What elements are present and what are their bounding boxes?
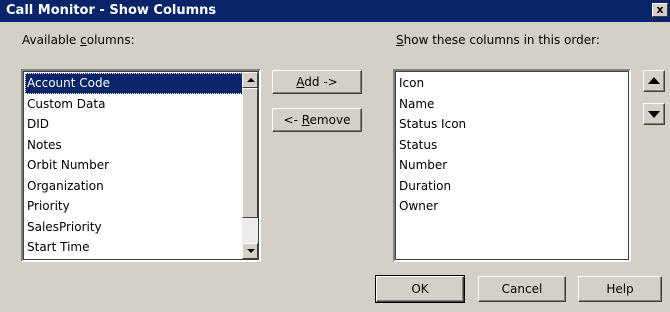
available-list-scrollbar[interactable] xyxy=(242,72,258,259)
shown-column-item[interactable]: Name xyxy=(397,94,629,115)
close-button[interactable]: x xyxy=(652,3,668,17)
available-column-item[interactable]: Orbit Number xyxy=(25,155,259,176)
available-column-item[interactable]: SalesPriority xyxy=(25,217,259,238)
available-column-item[interactable]: Priority xyxy=(25,196,259,217)
available-column-item[interactable]: Toll Country xyxy=(25,258,259,261)
available-column-item[interactable]: Organization xyxy=(25,176,259,197)
available-column-item[interactable]: Notes xyxy=(25,135,259,156)
move-down-button[interactable] xyxy=(643,103,665,125)
shown-column-item[interactable]: Icon xyxy=(397,73,629,94)
shown-column-item[interactable]: Status xyxy=(397,135,629,156)
scroll-up-icon xyxy=(247,78,255,82)
close-icon: x xyxy=(656,3,664,16)
scroll-up-button[interactable] xyxy=(242,72,258,88)
move-down-arrow-icon xyxy=(648,111,660,118)
available-columns-list[interactable]: Account Code Custom Data DID Notes Orbit Num… xyxy=(21,69,261,262)
available-column-item[interactable]: Account Code xyxy=(25,73,259,94)
ok-button[interactable]: OK xyxy=(375,275,465,303)
remove-button[interactable]: <- Remove xyxy=(272,108,362,132)
add-button[interactable]: Add -> xyxy=(272,70,362,94)
shown-column-item[interactable]: Number xyxy=(397,155,629,176)
show-columns-dialog: Call Monitor - Show Columns x Available … xyxy=(0,0,670,312)
scroll-down-button[interactable] xyxy=(242,243,258,259)
move-up-button[interactable] xyxy=(643,70,665,92)
available-column-item[interactable]: Custom Data xyxy=(25,94,259,115)
shown-column-item[interactable]: Status Icon xyxy=(397,114,629,135)
scroll-down-icon xyxy=(247,249,255,253)
available-column-item[interactable]: Start Time xyxy=(25,237,259,258)
window-title: Call Monitor - Show Columns xyxy=(6,3,217,18)
available-column-item[interactable]: DID xyxy=(25,114,259,135)
show-columns-list[interactable]: Icon Name Status Icon Status Number Duration O… xyxy=(393,69,631,262)
show-columns-items: Icon Name Status Icon Status Number Duration O… xyxy=(395,71,629,217)
cancel-button[interactable]: Cancel xyxy=(478,276,566,302)
scroll-thumb[interactable] xyxy=(242,88,258,218)
available-columns-items: Account Code Custom Data DID Notes Orbit Num… xyxy=(23,71,259,261)
move-up-arrow-icon xyxy=(648,77,660,84)
help-button[interactable]: Help xyxy=(578,276,662,302)
shown-column-item[interactable]: Duration xyxy=(397,176,629,197)
available-columns-label: Available columns: xyxy=(22,33,135,47)
show-columns-label: Show these columns in this order: xyxy=(396,33,600,47)
title-bar: Call Monitor - Show Columns x xyxy=(0,0,670,22)
shown-column-item[interactable]: Owner xyxy=(397,196,629,217)
